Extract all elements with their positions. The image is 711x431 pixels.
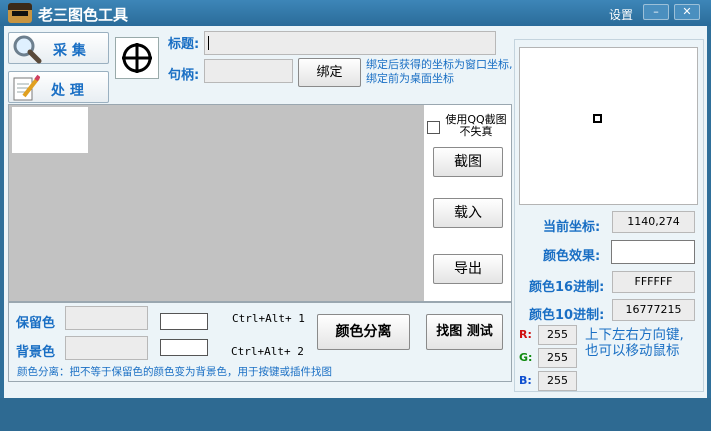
- magnifier-preview: [519, 47, 698, 205]
- cursor-pixel-marker: [593, 114, 602, 123]
- window-title: 老三图色工具: [38, 6, 129, 24]
- color-effect-swatch: [611, 240, 695, 264]
- qq-screenshot-checkbox[interactable]: [427, 121, 440, 134]
- bind-button[interactable]: 绑定: [298, 58, 361, 87]
- text-caret: [208, 36, 209, 50]
- current-coord-value: 1140,274: [612, 211, 695, 233]
- r-value: 255: [538, 325, 577, 345]
- export-button[interactable]: 导出: [433, 254, 503, 284]
- settings-link[interactable]: 设置: [609, 6, 633, 23]
- color-effect-label: 颜色效果:: [543, 249, 601, 264]
- keep-color-hotkey: Ctrl+Alt+ 1: [232, 312, 305, 325]
- app-logo-icon: [8, 3, 32, 23]
- color-separate-button[interactable]: 颜色分离: [317, 314, 410, 350]
- title-input[interactable]: [204, 31, 496, 55]
- title-label: 标题:: [168, 37, 200, 52]
- load-button[interactable]: 载入: [433, 198, 503, 228]
- keep-color-label: 保留色: [16, 316, 56, 331]
- minimize-button[interactable]: –: [643, 4, 669, 20]
- dec-color-label: 颜色10进制:: [529, 308, 605, 323]
- notepad-pencil-icon: [13, 74, 40, 101]
- magnifier-icon: [13, 35, 42, 64]
- background-color-input[interactable]: [65, 336, 148, 360]
- image-preview-area[interactable]: [9, 105, 424, 301]
- color-separation-hint: 颜色分离：把不等于保留色的颜色变为背景色，用于按键或插件找图: [17, 366, 332, 378]
- g-value: 255: [538, 348, 577, 368]
- b-value: 255: [538, 371, 577, 391]
- background-color-swatch: [160, 339, 208, 356]
- screenshot-button[interactable]: 截图: [433, 147, 503, 177]
- crosshair-icon: [122, 43, 152, 73]
- find-image-test-button[interactable]: 找图 测试: [426, 314, 503, 350]
- dec-color-value: 16777215: [612, 299, 695, 321]
- qq-screenshot-label: 使用QQ截图不失真: [445, 113, 507, 138]
- b-label: B:: [519, 374, 532, 387]
- keep-color-swatch: [160, 313, 208, 330]
- background-color-hotkey: Ctrl+Alt+ 2: [231, 345, 304, 358]
- handle-label: 句柄:: [168, 68, 200, 83]
- handle-input[interactable]: [204, 59, 293, 83]
- current-coord-label: 当前坐标:: [543, 220, 601, 235]
- process-button[interactable]: 处 理: [8, 71, 109, 103]
- crosshair-drag-target[interactable]: [115, 37, 159, 79]
- title-bar[interactable]: 老三图色工具 设置 – ✕: [0, 0, 711, 26]
- keep-color-input[interactable]: [65, 306, 148, 330]
- captured-image-thumb: [12, 107, 88, 153]
- collect-button[interactable]: 采 集: [8, 32, 109, 64]
- background-color-label: 背景色: [16, 345, 56, 360]
- collect-button-label: 采 集: [53, 43, 86, 59]
- process-button-label: 处 理: [51, 83, 84, 99]
- hex-color-value: FFFFFF: [612, 271, 695, 293]
- arrow-key-hint: 上下左右方向键, 也可以移动鼠标: [585, 327, 684, 359]
- hex-color-label: 颜色16进制:: [529, 280, 605, 295]
- g-label: G:: [519, 351, 533, 364]
- r-label: R:: [519, 328, 532, 341]
- window-bottom-band: [0, 398, 711, 431]
- close-button[interactable]: ✕: [674, 4, 700, 20]
- bind-note: 绑定后获得的坐标为窗口坐标, 绑定前为桌面坐标: [366, 58, 513, 85]
